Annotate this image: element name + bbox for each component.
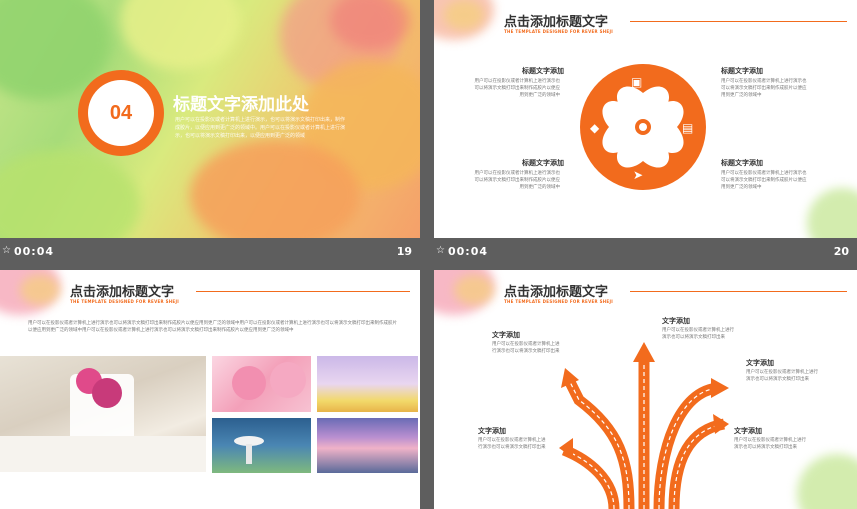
slide-duration: 00:04 <box>448 245 489 258</box>
slide-header: 点击添加标题文字 <box>504 285 609 300</box>
slide-duration: 00:04 <box>14 245 55 258</box>
diamond-icon: ◆ <box>590 121 600 135</box>
slide-thumbnail-22[interactable]: 点击添加标题文字 THE TEMPLATE DESIGNED FOR REVER… <box>434 270 857 509</box>
slide-header: 点击添加标题文字 <box>70 285 175 300</box>
block-text: 用户可以在投影仪或者计算机上进行演示也可以将演示文稿打印出来 <box>662 328 734 340</box>
thumbnail-info-bar: ☆ 00:04 20 <box>434 238 857 266</box>
block-text: 用户可以在投影仪或者计算机上进行演示也可以将演示文稿打印出来制作成胶片以便应用到… <box>474 79 561 98</box>
photo-pink-flowers <box>212 356 311 412</box>
slide-number: 20 <box>833 245 849 258</box>
block-title: 文字添加 <box>734 427 762 435</box>
thumbnail-info-bar: ☆ 00:04 19 <box>0 238 420 266</box>
block-title: 文字添加 <box>662 317 690 325</box>
block-title: 标题文字添加 <box>522 67 564 75</box>
header-divider <box>196 291 410 292</box>
block-text: 用户可以在投影仪或者计算机上进行演示也可以将演示文稿打印出来 <box>478 438 546 450</box>
star-icon[interactable]: ☆ <box>436 245 445 256</box>
chapter-number: 04 <box>88 80 154 146</box>
block-title: 文字添加 <box>492 331 520 339</box>
header-divider <box>630 291 847 292</box>
slide-body-text: 用户可以在投影仪或者计算机上进行演示也可以将演示文稿打印出来制作成胶片以便应用到… <box>28 321 397 333</box>
road-arrows-diagram <box>559 342 729 509</box>
photo-flowers-book <box>0 356 206 472</box>
photo-mushroom <box>212 418 311 473</box>
slide-title: 标题文字添加此处 <box>173 95 309 115</box>
slide-subheader: THE TEMPLATE DESIGNED FOR REVER SHEJI <box>70 299 180 304</box>
slide-thumbnail-19[interactable]: 04 标题文字添加此处 用户可以在投影仪或者计算机上进行演示，也可以将演示文稿打… <box>0 0 420 238</box>
block-title: 标题文字添加 <box>721 67 763 75</box>
chapter-badge: 04 <box>78 70 164 156</box>
block-title: 标题文字添加 <box>721 159 763 167</box>
block-title: 文字添加 <box>746 359 774 367</box>
header-divider <box>630 21 847 22</box>
block-text: 用户可以在投影仪或者计算机上进行演示也可以将演示文稿打印出来制作成胶片以便应用到… <box>721 79 807 98</box>
block-title: 文字添加 <box>478 427 506 435</box>
slide-thumbnail-21[interactable]: 点击添加标题文字 THE TEMPLATE DESIGNED FOR REVER… <box>0 270 420 509</box>
wallet-icon: ▤ <box>682 121 694 135</box>
photo-sunset-lake <box>317 418 418 473</box>
slide-subheader: THE TEMPLATE DESIGNED FOR REVER SHEJI <box>504 29 614 34</box>
image-icon: ▣ <box>631 75 643 89</box>
photo-flower-field <box>317 356 418 412</box>
slide-number: 19 <box>396 245 412 258</box>
block-text: 用户可以在投影仪或者计算机上进行演示也可以将演示文稿打印出来 <box>492 342 560 354</box>
block-text: 用户可以在投影仪或者计算机上进行演示也可以将演示文稿打印出来制作成胶片以便应用到… <box>474 171 561 190</box>
block-text: 用户可以在投影仪或者计算机上进行演示也可以将演示文稿打印出来 <box>734 438 806 450</box>
block-text: 用户可以在投影仪或者计算机上进行演示也可以将演示文稿打印出来 <box>746 370 818 382</box>
block-text: 用户可以在投影仪或者计算机上进行演示也可以将演示文稿打印出来制作成胶片以便应用到… <box>721 171 807 190</box>
star-icon[interactable]: ☆ <box>2 245 11 256</box>
slide-header: 点击添加标题文字 <box>504 15 609 30</box>
paper-plane-icon: ➤ <box>633 168 644 182</box>
slide-body-text: 用户可以在投影仪或者计算机上进行演示，也可以将演示文稿打印出来，制作成胶片，以便… <box>175 117 346 139</box>
block-title: 标题文字添加 <box>522 159 564 167</box>
slide-thumbnail-20[interactable]: 点击添加标题文字 THE TEMPLATE DESIGNED FOR REVER… <box>434 0 857 238</box>
slide-subheader: THE TEMPLATE DESIGNED FOR REVER SHEJI <box>504 299 614 304</box>
